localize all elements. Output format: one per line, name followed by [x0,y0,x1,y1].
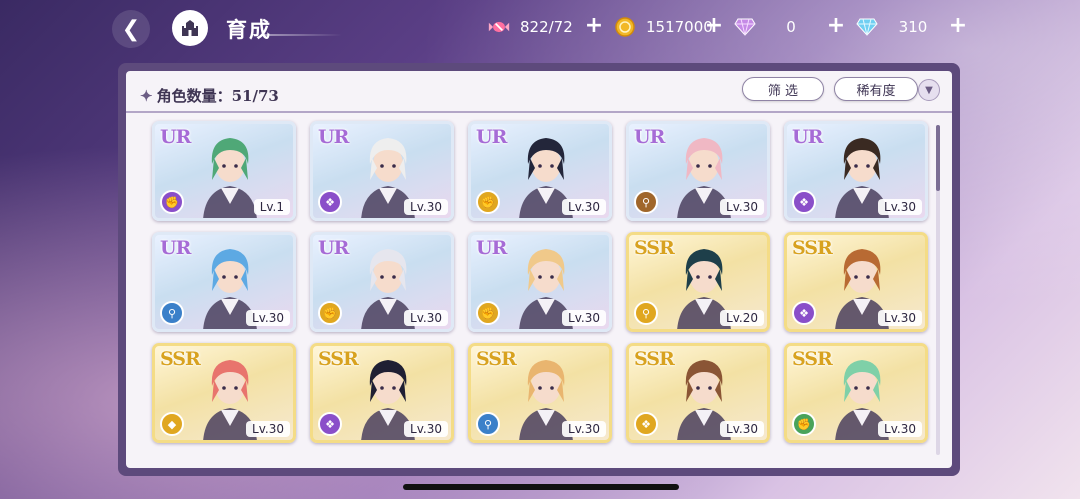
level-label: Lv.30 [404,310,448,326]
pink-diamond-icon [734,16,756,38]
panel-header: ✦ 角色数量：51/73 筛 选 稀有度 ▼ [126,71,952,113]
rarity-badge: SSR [792,348,833,370]
level-label: Lv.30 [878,199,922,215]
level-label: Lv.20 [720,310,764,326]
home-indicator[interactable] [403,484,679,490]
level-label: Lv.30 [404,421,448,437]
key-icon: ⚲ [160,301,184,325]
candy-value: 822/72 [520,18,573,36]
character-count-label: 角色数量： [156,87,232,105]
character-card[interactable]: SSR ✊ Lv.30 [784,343,928,443]
blue-diamond-icon [856,16,878,38]
coin-currency: 1517000 [614,16,713,38]
rarity-badge: UR [476,126,507,148]
fist-icon: ✊ [160,190,184,214]
level-label: Lv.30 [720,199,764,215]
fist-icon: ✊ [792,412,816,436]
character-panel: ✦ 角色数量：51/73 筛 选 稀有度 ▼ UR ✊ Lv.1 UR ❖ Lv.30 UR ✊… [118,63,960,476]
sort-order-toggle[interactable]: ▼ [918,79,940,101]
pink-gem-currency: 0 [734,16,816,38]
rarity-badge: SSR [634,237,675,259]
rarity-badge: SSR [160,348,201,370]
character-card[interactable]: SSR ❖ Lv.30 [626,343,770,443]
rarity-badge: UR [160,237,191,259]
book-icon: ❖ [634,412,658,436]
pink-gem-value: 0 [786,18,796,36]
chevron-down-icon: ▼ [925,84,933,96]
character-card[interactable]: UR ✊ Lv.30 [310,232,454,332]
level-label: Lv.30 [404,199,448,215]
rarity-badge: UR [634,126,665,148]
book-icon: ❖ [792,190,816,214]
rarity-sort-button[interactable]: 稀有度 [834,77,918,101]
level-label: Lv.30 [562,310,606,326]
add-blue-gem-button[interactable]: + [948,13,968,38]
title-decoration [262,34,342,36]
key-icon: ⚲ [634,190,658,214]
character-card[interactable]: SSR ◆ Lv.30 [152,343,296,443]
character-count-value: 51/73 [231,87,279,105]
character-card[interactable]: UR ❖ Lv.30 [310,121,454,221]
level-label: Lv.1 [253,199,290,215]
coin-icon [614,16,636,38]
level-label: Lv.30 [720,421,764,437]
back-button[interactable]: ❮ [112,10,150,48]
rarity-badge: SSR [318,348,359,370]
top-bar: ❮ 育成 822/72 + 1517000 + 0 + 310 + [0,0,1080,58]
rarity-badge: SSR [476,348,517,370]
page-title: 育成 [226,18,272,42]
add-candy-button[interactable]: + [584,13,604,38]
character-card[interactable]: SSR ⚲ Lv.30 [468,343,612,443]
character-card[interactable]: UR ⚲ Lv.30 [626,121,770,221]
coin-value: 1517000 [646,18,713,36]
rarity-badge: UR [476,237,507,259]
character-card[interactable]: SSR ⚲ Lv.20 [626,232,770,332]
character-grid: UR ✊ Lv.1 UR ❖ Lv.30 UR ✊ Lv.30 UR ⚲ Lv.30 UR ❖ Lv.30 U… [152,121,942,468]
character-panel-inner: ✦ 角色数量：51/73 筛 选 稀有度 ▼ UR ✊ Lv.1 UR ❖ Lv.30 UR ✊… [126,71,952,468]
candy-icon [488,16,510,38]
rarity-badge: UR [792,126,823,148]
level-label: Lv.30 [878,310,922,326]
character-card[interactable]: UR ✊ Lv.30 [468,232,612,332]
fist-icon: ✊ [476,190,500,214]
fist-icon: ✊ [476,301,500,325]
back-arrow-icon: ❮ [121,16,141,42]
blue-gem-value: 310 [898,18,928,36]
book-icon: ❖ [318,412,342,436]
rarity-badge: UR [318,237,349,259]
candy-currency: 822/72 [488,16,580,38]
fist-icon: ✊ [318,301,342,325]
character-card[interactable]: UR ⚲ Lv.30 [152,232,296,332]
rarity-badge: SSR [792,237,833,259]
rarity-badge: UR [318,126,349,148]
blue-gem-currency: 310 [856,16,938,38]
level-label: Lv.30 [562,199,606,215]
level-label: Lv.30 [878,421,922,437]
castle-icon [182,20,198,36]
character-card[interactable]: SSR ❖ Lv.30 [784,232,928,332]
filter-button[interactable]: 筛 选 [742,77,824,101]
character-card[interactable]: UR ✊ Lv.30 [468,121,612,221]
shield-icon: ◆ [160,412,184,436]
home-button[interactable] [172,10,208,46]
book-icon: ❖ [318,190,342,214]
level-label: Lv.30 [246,310,290,326]
character-count: ✦ 角色数量：51/73 [140,85,279,106]
level-label: Lv.30 [562,421,606,437]
key-icon: ⚲ [634,301,658,325]
rarity-badge: SSR [634,348,675,370]
key-icon: ⚲ [476,412,500,436]
level-label: Lv.30 [246,421,290,437]
add-coin-button[interactable]: + [704,13,724,38]
character-card[interactable]: SSR ❖ Lv.30 [310,343,454,443]
character-card[interactable]: UR ✊ Lv.1 [152,121,296,221]
book-icon: ❖ [792,301,816,325]
character-card[interactable]: UR ❖ Lv.30 [784,121,928,221]
sparkle-icon: ✦ [140,87,153,105]
rarity-badge: UR [160,126,191,148]
add-pink-gem-button[interactable]: + [826,13,846,38]
